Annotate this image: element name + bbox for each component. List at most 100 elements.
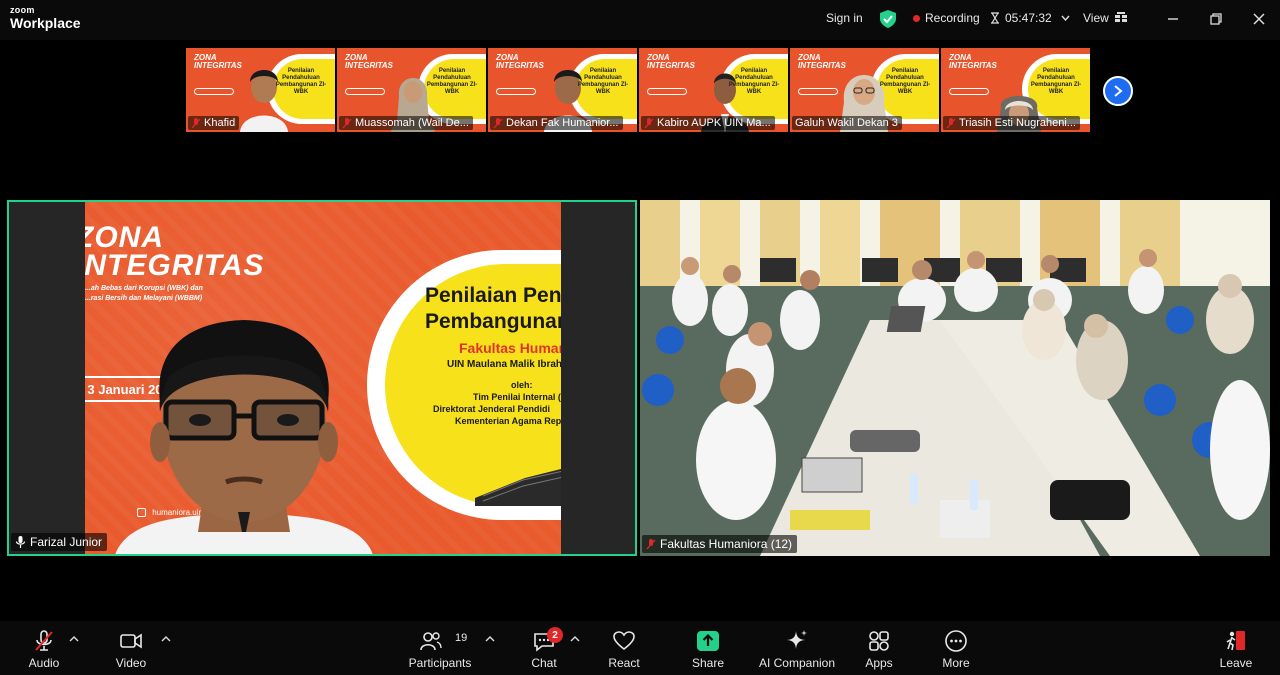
participant-thumbnail[interactable]: ZONA INTEGRITAS Penilaian Pendahuluan Pem… (790, 48, 939, 132)
next-page-button[interactable] (1103, 76, 1133, 106)
participant-name-tag: Farizal Junior (11, 533, 108, 551)
participant-thumbnail[interactable]: ZONA INTEGRITAS Penilaian Pendahuluan Pem… (941, 48, 1090, 132)
participant-thumbnail[interactable]: ZONA INTEGRITAS Penilaian Pendahuluan Pem… (488, 48, 637, 132)
recording-indicator[interactable]: Recording (913, 11, 980, 25)
mic-icon (15, 536, 26, 548)
sign-in-label: Sign in (826, 11, 863, 25)
title-bar: zoom Workplace Sign in Recording 05:47:3… (0, 0, 1280, 40)
timer-value: 05:47:32 (1005, 11, 1052, 25)
participant-strip: ZONA INTEGRITAS Penilaian Pendahuluan Pem… (186, 48, 1090, 132)
participant-name-tag: Galuh Wakil Dekan 3 (792, 116, 902, 130)
sparkle-icon (787, 630, 807, 649)
chevron-up-icon[interactable] (69, 635, 79, 643)
mic-muted-icon (946, 117, 956, 128)
active-speaker-tile[interactable]: ZONAINTEGRITAS ...ah Bebas dari Korupsi … (7, 200, 637, 556)
thumb-date-pill (345, 88, 385, 95)
participant-name-tag: Dekan Fak Humanior... (490, 116, 623, 130)
restore-icon[interactable] (1206, 9, 1226, 29)
ai-companion-button[interactable]: AI Companion (757, 629, 837, 670)
participant-name-tag: Khafid (188, 116, 240, 130)
mic-muted-icon (644, 117, 654, 128)
thumb-zona-text: ZONA INTEGRITAS (647, 53, 695, 70)
view-button[interactable]: View (1083, 11, 1128, 25)
video-camera-icon (120, 633, 142, 649)
participant-thumbnail[interactable]: ZONA INTEGRITAS Penilaian Pendahuluan Pem… (337, 48, 486, 132)
thumb-slide-title: Penilaian Pendahuluan Pembangunan ZI-WBK (1030, 68, 1082, 95)
share-button[interactable]: Share (668, 629, 748, 670)
mic-muted-icon (191, 117, 201, 128)
slide-by: oleh: (511, 380, 533, 390)
room-video-tile[interactable]: Fakultas Humaniora (12) (640, 200, 1270, 556)
mic-muted-icon (35, 630, 53, 651)
thumb-date-pill (194, 88, 234, 95)
more-dots-icon (945, 630, 967, 652)
chevron-right-icon (1114, 85, 1123, 97)
heart-icon (613, 631, 635, 651)
chevron-up-icon[interactable] (485, 635, 495, 643)
chevron-up-icon[interactable] (161, 635, 171, 643)
participant-thumbnail[interactable]: ZONA INTEGRITAS Penilaian Pendahuluan Pem… (639, 48, 788, 132)
slide-heading-2: Pembangunan ZI (425, 310, 561, 333)
chevron-down-icon (1061, 15, 1070, 21)
speaker-video (115, 320, 373, 554)
chat-unread-badge: 2 (547, 627, 563, 643)
sign-in-button[interactable]: Sign in (826, 11, 863, 25)
meeting-timer[interactable]: 05:47:32 (990, 11, 1070, 25)
recording-dot-icon (913, 14, 920, 22)
room-video (640, 200, 1270, 556)
thumb-zona-text: ZONA INTEGRITAS (194, 53, 242, 70)
thumb-slide-title: Penilaian Pendahuluan Pembangunan ZI-WBK (879, 68, 931, 95)
thumb-zona-text: ZONA INTEGRITAS (949, 53, 997, 70)
thumb-date-pill (496, 88, 536, 95)
more-button[interactable]: More (916, 629, 996, 670)
leave-button[interactable]: Leave (1196, 629, 1276, 670)
share-screen-icon (697, 631, 719, 651)
hourglass-icon (991, 12, 999, 24)
leave-door-icon (1226, 631, 1245, 651)
mic-muted-icon (342, 117, 352, 128)
audio-label: Audio (28, 656, 60, 670)
thumb-date-pill (798, 88, 838, 95)
more-label: More (942, 656, 970, 670)
meeting-toolbar: Audio Video Participants 19 Chat 2 React… (0, 621, 1280, 675)
minimize-icon[interactable] (1163, 9, 1183, 29)
participant-thumbnail[interactable]: ZONA INTEGRITAS Penilaian Pendahuluan Pem… (186, 48, 335, 132)
slide-ministry: Kementerian Agama Republi (455, 416, 561, 426)
thumb-zona-text: ZONA INTEGRITAS (496, 53, 544, 70)
mic-muted-icon (646, 538, 656, 549)
mic-muted-icon (493, 117, 503, 128)
thumb-slide-title: Penilaian Pendahuluan Pembangunan ZI-WBK (426, 68, 478, 95)
video-button[interactable]: Video (91, 629, 171, 670)
participant-name-tag: Kabiro AUPK UIN Ma... (641, 116, 775, 130)
slide-university: UIN Maulana Malik Ibrahim (447, 359, 561, 370)
thumb-slide-title: Penilaian Pendahuluan Pembangunan ZI-WBK (577, 68, 629, 95)
video-label: Video (115, 656, 147, 670)
zoom-logo: zoom Workplace (10, 5, 81, 31)
slide-heading-1: Penilaian Pendal (425, 284, 561, 307)
apps-button[interactable]: Apps (839, 629, 919, 670)
thumb-slide-title: Penilaian Pendahuluan Pembangunan ZI-WBK (728, 68, 780, 95)
slide-directorate: Direktorat Jenderal Pendidi (433, 404, 551, 414)
apps-icon (869, 631, 889, 651)
thumb-date-pill (647, 88, 687, 95)
logo-top: zoom (10, 5, 35, 15)
participant-name-tag: Fakultas Humaniora (12) (642, 535, 798, 553)
close-icon[interactable] (1249, 9, 1269, 29)
chevron-up-icon[interactable] (570, 635, 580, 643)
grid-view-icon (1114, 12, 1127, 22)
slide-faculty: Fakultas Humani (459, 340, 561, 356)
view-label: View (1083, 11, 1109, 25)
participants-count: 19 (455, 632, 468, 644)
recording-label: Recording (925, 11, 980, 25)
participant-name-tag: Triasih Esti Nugraheni... (943, 116, 1080, 130)
react-label: React (608, 656, 640, 670)
security-icon[interactable] (880, 10, 896, 28)
thumb-slide-title: Penilaian Pendahuluan Pembangunan ZI-WBK (275, 68, 327, 95)
leave-label: Leave (1219, 656, 1253, 670)
apps-label: Apps (865, 656, 893, 670)
logo-bottom: Workplace (10, 15, 81, 31)
participants-label: Participants (408, 656, 472, 670)
participants-button[interactable]: Participants (400, 629, 480, 670)
slide-team: Tim Penilai Internal (TI (473, 392, 561, 402)
react-button[interactable]: React (584, 629, 664, 670)
